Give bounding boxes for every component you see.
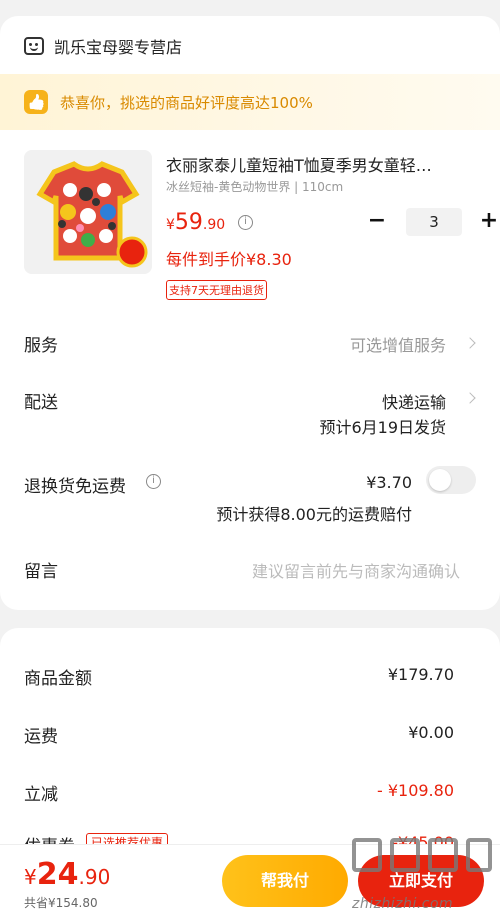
watermark-glyph-icon — [466, 838, 492, 872]
watermark-glyph-icon — [352, 838, 382, 872]
price-integer: 59 — [174, 210, 203, 235]
message-label: 留言 — [24, 562, 58, 582]
product-title[interactable]: 衣丽家泰儿童短袖T恤夏季男女童轻… — [166, 152, 476, 176]
store-face-icon — [24, 37, 44, 55]
tshirt-image — [24, 150, 152, 274]
return-shipping-info-icon[interactable]: i — [146, 474, 161, 489]
goods-amount-label: 商品金额 — [24, 669, 92, 689]
total-decimal: .90 — [78, 865, 111, 889]
discount-label: 立减 — [24, 785, 58, 805]
product-price: ¥ 59 .90 — [166, 210, 225, 235]
delivery-chevron-icon[interactable] — [464, 392, 476, 404]
return-shipping-price: ¥3.70 — [366, 473, 412, 492]
total-price: ¥ 24 .90 — [24, 857, 110, 892]
watermark-glyph-icon — [428, 838, 458, 872]
discount-value: - ¥109.80 — [376, 781, 454, 800]
return-shipping-note: 预计获得8.00元的运费赔付 — [216, 505, 412, 524]
return-shipping-label: 退换货免运费 — [24, 477, 126, 497]
delivery-label: 配送 — [24, 393, 58, 413]
store-header[interactable]: 凯乐宝母婴专营店 — [24, 34, 182, 58]
delivery-eta: 预计6月19日发货 — [319, 418, 446, 437]
delivery-value[interactable]: 快递运输 — [382, 389, 446, 413]
return-shipping-toggle[interactable] — [426, 466, 476, 494]
per-item-price: 每件到手价¥8.30 — [166, 250, 292, 269]
watermark-text: zhizhizhi.com — [352, 896, 454, 912]
total-integer: 24 — [36, 857, 79, 892]
service-chevron-icon[interactable] — [464, 337, 476, 349]
watermark-glyph-icon — [390, 838, 420, 872]
shipping-value: ¥0.00 — [408, 723, 454, 742]
product-spec[interactable]: 冰丝短袖-黄色动物世界 | 110cm — [166, 178, 343, 195]
total-saved: 共省¥154.80 — [24, 896, 98, 910]
quantity-input[interactable]: 3 — [406, 208, 462, 236]
quantity-stepper: − 3 + — [364, 208, 500, 236]
service-label: 服务 — [24, 336, 58, 356]
total-symbol: ¥ — [24, 865, 37, 889]
message-input[interactable]: 建议留言前先与商家沟通确认 — [252, 558, 460, 582]
return-policy-tag: 支持7天无理由退货 — [166, 280, 267, 300]
increase-button[interactable]: + — [476, 209, 500, 235]
banner-text: 恭喜你，挑选的商品好评度高达100% — [60, 93, 313, 112]
price-info-icon[interactable]: i — [238, 215, 253, 230]
decrease-button[interactable]: − — [364, 209, 390, 235]
goods-amount-value: ¥179.70 — [387, 665, 454, 684]
store-name: 凯乐宝母婴专营店 — [54, 38, 183, 57]
rating-banner: 恭喜你，挑选的商品好评度高达100% — [0, 74, 500, 130]
price-symbol: ¥ — [166, 217, 175, 233]
product-image[interactable] — [24, 150, 152, 274]
help-me-pay-button[interactable]: 帮我付 — [222, 855, 348, 907]
service-value[interactable]: 可选增值服务 — [350, 332, 446, 356]
shipping-label: 运费 — [24, 727, 58, 747]
price-decimal: .90 — [202, 217, 226, 233]
order-card: 凯乐宝母婴专营店 恭喜你，挑选的商品好评度高达100% 衣丽家泰儿童短袖T恤夏季… — [0, 16, 500, 610]
product-item: 衣丽家泰儿童短袖T恤夏季男女童轻… 冰丝短袖-黄色动物世界 | 110cm ¥ … — [24, 150, 498, 300]
thumbs-up-icon — [24, 90, 48, 114]
